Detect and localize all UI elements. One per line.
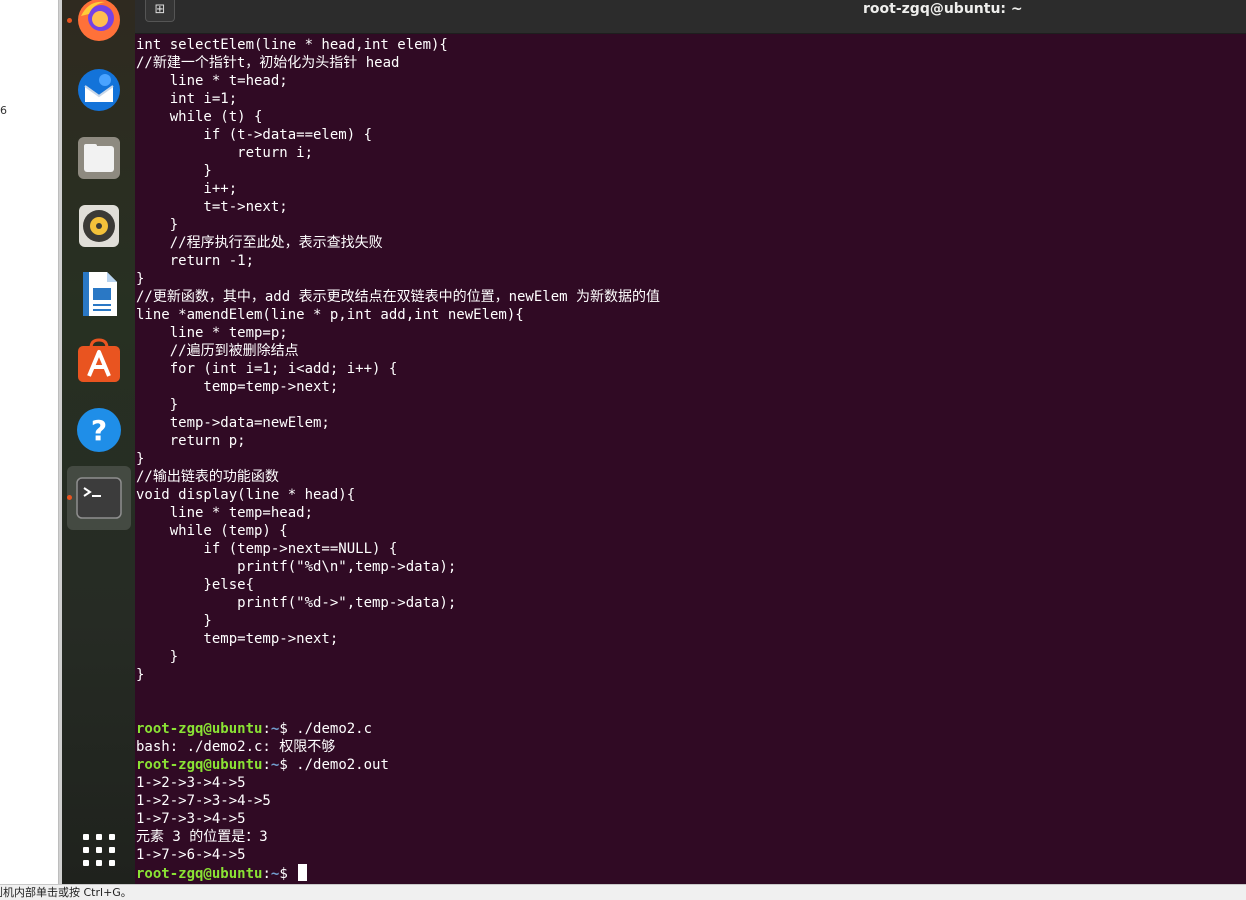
code-line: } (136, 397, 179, 413)
code-line: line * t=head; (136, 73, 288, 89)
writer-icon[interactable] (75, 270, 123, 318)
prompt-user: root-zgq@ubuntu (136, 866, 263, 882)
code-line: //遍历到被删除结点 (136, 343, 299, 359)
code-line: line * temp=head; (136, 505, 314, 521)
output-line: 1->2->7->3->4->5 (136, 793, 271, 809)
prompt-dollar: $ (279, 757, 297, 773)
command-text: ./demo2.c (296, 721, 373, 737)
thunderbird-icon[interactable] (75, 66, 123, 114)
app-grid-icon[interactable] (75, 826, 123, 874)
code-line: } (136, 613, 212, 629)
code-line: i++; (136, 181, 238, 197)
prompt-dollar: $ (279, 721, 297, 737)
running-indicator (67, 18, 72, 23)
code-line: //新建一个指针t，初始化为头指针 head (136, 55, 400, 71)
code-line: }else{ (136, 577, 255, 593)
prompt-line: root-zgq@ubuntu:~$ ./demo2.out (136, 756, 660, 774)
code-line: } (136, 667, 145, 683)
code-line: line *amendElem(line * p,int add,int new… (136, 307, 524, 323)
terminal-icon[interactable] (75, 474, 123, 522)
host-status-text: 到机内部单击或按 Ctrl+G。 (0, 886, 132, 899)
output-line: bash: ./demo2.c: 权限不够 (136, 739, 336, 755)
code-line: line * temp=p; (136, 325, 288, 341)
code-line: int i=1; (136, 91, 238, 107)
new-tab-button[interactable]: ⊞ (145, 0, 175, 22)
window-title: root-zgq@ubuntu: ~ (863, 1, 1023, 17)
ubuntu-dock: ? (62, 0, 135, 884)
output-line: 1->7->6->4->5 (136, 847, 246, 863)
output-line: 元素 3 的位置是：3 (136, 829, 268, 845)
code-line: t=t->next; (136, 199, 288, 215)
code-line: if (temp->next==NULL) { (136, 541, 398, 557)
code-line: for (int i=1; i<add; i++) { (136, 361, 398, 377)
host-side-label: 6 (0, 104, 7, 117)
code-line: //程序执行至此处，表示查找失败 (136, 235, 383, 251)
code-line: temp->data=newElem; (136, 415, 330, 431)
code-line: } (136, 163, 212, 179)
code-line: } (136, 271, 145, 287)
rhythmbox-icon[interactable] (75, 202, 123, 250)
terminal-header-bar: ⊞ root-zgq@ubuntu: ~ (135, 0, 1246, 34)
prompt-separator: : (262, 721, 271, 737)
firefox-icon[interactable] (75, 0, 123, 44)
prompt-separator: : (262, 866, 271, 882)
prompt-line: root-zgq@ubuntu:~$ (136, 864, 660, 882)
code-line: return -1; (136, 253, 255, 269)
prompt-line: root-zgq@ubuntu:~$ ./demo2.c (136, 720, 660, 738)
terminal-output: int selectElem(line * head,int elem){ //新… (136, 36, 660, 882)
text-cursor (298, 864, 308, 881)
prompt-user: root-zgq@ubuntu (136, 721, 263, 737)
code-line: if (t->data==elem) { (136, 127, 373, 143)
svg-text:?: ? (91, 414, 107, 447)
prompt-dollar: $ (279, 866, 297, 882)
code-line: printf("%d\n",temp->data); (136, 559, 457, 575)
code-line: return i; (136, 145, 314, 161)
files-icon[interactable] (75, 134, 123, 182)
code-line: int selectElem(line * head,int elem){ (136, 37, 448, 53)
code-line: } (136, 451, 145, 467)
running-indicator (67, 495, 72, 500)
help-icon[interactable]: ? (75, 406, 123, 454)
prompt-separator: : (262, 757, 271, 773)
code-line: return p; (136, 433, 246, 449)
code-line: printf("%d->",temp->data); (136, 595, 457, 611)
command-text: ./demo2.out (296, 757, 389, 773)
code-line: //更新函数，其中，add 表示更改结点在双链表中的位置，newElem 为新数… (136, 289, 661, 305)
code-line: while (temp) { (136, 523, 288, 539)
code-line: //输出链表的功能函数 (136, 469, 279, 485)
output-line: 1->7->3->4->5 (136, 811, 246, 827)
output-line: 1->2->3->4->5 (136, 775, 246, 791)
host-status-bar: 到机内部单击或按 Ctrl+G。 (0, 884, 1246, 900)
host-side-panel: 6 (0, 0, 59, 884)
code-line: temp=temp->next; (136, 379, 339, 395)
code-line: temp=temp->next; (136, 631, 339, 647)
code-line: } (136, 649, 179, 665)
new-tab-icon: ⊞ (154, 2, 166, 17)
code-line: } (136, 217, 179, 233)
prompt-user: root-zgq@ubuntu (136, 757, 263, 773)
software-icon[interactable] (75, 338, 123, 386)
code-line: while (t) { (136, 109, 263, 125)
code-line: void display(line * head){ (136, 487, 356, 503)
terminal-view[interactable]: int selectElem(line * head,int elem){ //新… (135, 34, 1246, 884)
